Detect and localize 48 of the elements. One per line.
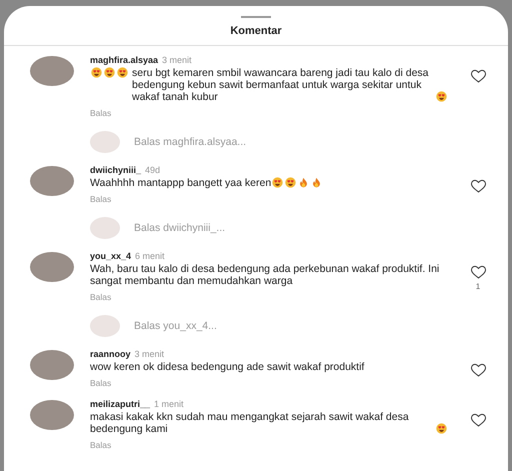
avatar-photo-placeholder — [90, 217, 120, 239]
heart-eyes-emoji-icon — [91, 67, 102, 78]
comment-text: seru bgt kemaren smbil wawancara bareng jadi tau kalo di desa bedengung kebun sawit bermanfaat untuk warga sekitar untuk wakaf tanah kubur — [132, 67, 430, 103]
comment-time: 3 menit — [162, 55, 192, 65]
comment-time: 49d — [145, 165, 160, 175]
comment-time: 1 menit — [154, 399, 184, 409]
avatar-photo-placeholder[interactable] — [30, 252, 74, 282]
heart-icon[interactable] — [470, 69, 486, 83]
fire-emoji-icon — [298, 177, 310, 188]
avatar-photo-placeholder[interactable] — [30, 56, 74, 86]
avatar-photo-placeholder — [90, 315, 120, 337]
heart-eyes-emoji-icon — [436, 91, 447, 102]
reply-input-field[interactable]: Balas dwiichyniii_... — [134, 222, 226, 234]
username[interactable]: you_xx_4 — [90, 251, 132, 261]
heart-icon[interactable] — [470, 265, 486, 279]
comment-text: Waahhhh mantappp bangett yaa keren — [90, 177, 272, 189]
comment-text: wow keren ok didesa bedengung ade sawit wakaf produktif — [90, 361, 364, 373]
username[interactable]: dwiichyniii_ — [90, 165, 142, 175]
like-count: 1 — [476, 282, 480, 291]
sheet-title: Komentar — [230, 25, 282, 37]
comment-text: Wah, baru tau kalo di desa bedengung ada perkebunan wakaf produktif. Ini sangat membantu dan memudahkan warga — [90, 263, 440, 287]
heart-eyes-emoji-icon — [285, 177, 296, 188]
heart-eyes-emoji-icon — [104, 67, 115, 78]
fire-emoji-icon — [311, 177, 322, 188]
username[interactable]: raannooy — [90, 349, 131, 359]
username[interactable]: meilizaputri__ — [90, 399, 150, 409]
heart-icon[interactable] — [470, 413, 486, 427]
reply-link[interactable]: Balas — [90, 292, 112, 302]
avatar-photo-placeholder[interactable] — [30, 166, 74, 196]
heart-eyes-emoji-icon — [436, 423, 447, 434]
drag-handle[interactable] — [241, 16, 271, 18]
comment-time: 3 menit — [134, 349, 164, 359]
comment-text: makasi kakak kkn sudah mau mengangkat sejarah sawit wakaf desa bedengung kami — [90, 411, 410, 435]
heart-eyes-emoji-icon — [272, 177, 284, 188]
reply-link[interactable]: Balas — [90, 440, 112, 450]
avatar-photo-placeholder[interactable] — [30, 400, 74, 430]
heart-icon[interactable] — [470, 363, 486, 377]
reply-link[interactable]: Balas — [90, 378, 112, 388]
reply-link[interactable]: Balas — [90, 194, 112, 204]
comment-time: 6 menit — [135, 251, 165, 261]
heart-icon[interactable] — [470, 179, 486, 193]
avatar-photo-placeholder[interactable] — [30, 350, 74, 380]
heart-eyes-emoji-icon — [117, 67, 128, 78]
reply-link[interactable]: Balas — [90, 108, 112, 118]
reply-input-field[interactable]: Balas you_xx_4... — [134, 320, 217, 332]
avatar-photo-placeholder — [90, 131, 120, 153]
reply-input-field[interactable]: Balas maghfira.alsyaa... — [134, 136, 246, 148]
username[interactable]: maghfira.alsyaa — [90, 55, 158, 65]
